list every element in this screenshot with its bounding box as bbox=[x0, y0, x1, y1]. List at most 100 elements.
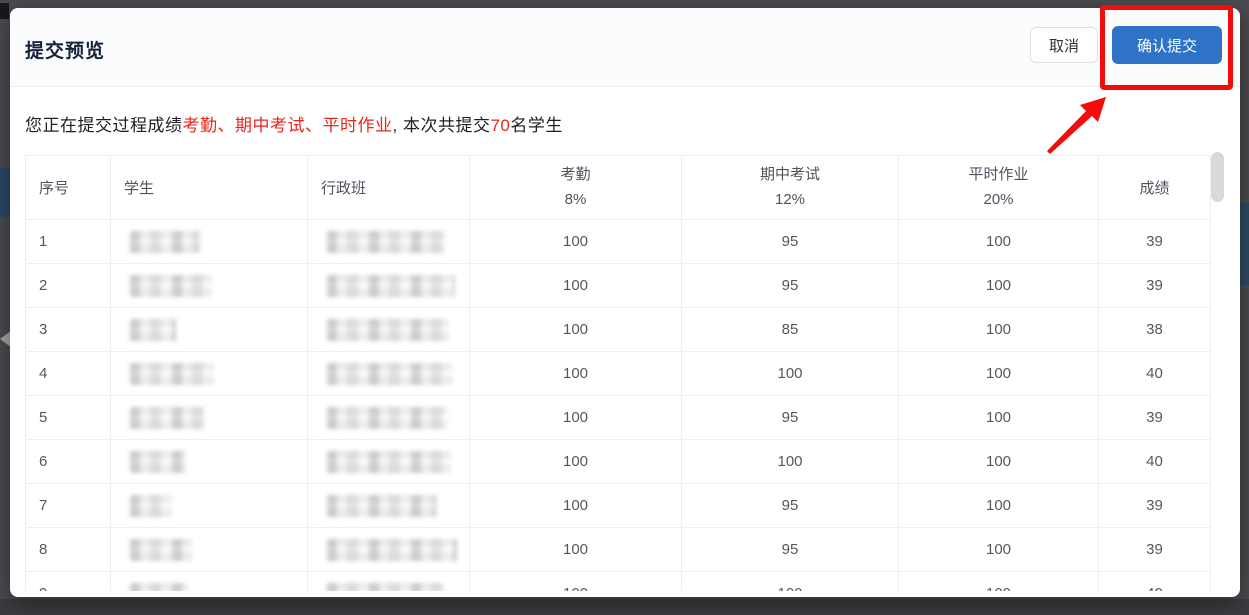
cell-attendance: 100 bbox=[470, 308, 682, 352]
cell-attendance: 100 bbox=[470, 440, 682, 484]
redacted-student-name bbox=[130, 495, 172, 517]
table-row: 81009510039 bbox=[26, 528, 1211, 572]
cell-row-number: 2 bbox=[26, 264, 111, 308]
cell-homework: 100 bbox=[899, 396, 1099, 440]
cell-homework: 100 bbox=[899, 528, 1099, 572]
header-attendance-weight: 8% bbox=[470, 188, 681, 213]
header-midterm: 期中考试 12% bbox=[682, 156, 899, 220]
redacted-student-name bbox=[130, 539, 192, 561]
table-row: 11009510039 bbox=[26, 220, 1211, 264]
cell-score: 40 bbox=[1099, 440, 1211, 484]
cell-row-number: 6 bbox=[26, 440, 111, 484]
cell-class-name bbox=[308, 396, 470, 440]
header-homework-label: 平时作业 bbox=[899, 163, 1098, 188]
cell-student-name bbox=[111, 264, 308, 308]
cell-class-name bbox=[308, 572, 470, 592]
summary-prefix: 您正在提交过程成绩 bbox=[25, 116, 183, 135]
cell-student-name bbox=[111, 572, 308, 592]
cell-homework: 100 bbox=[899, 352, 1099, 396]
cell-score: 39 bbox=[1099, 220, 1211, 264]
redacted-student-name bbox=[130, 231, 200, 253]
header-homework: 平时作业 20% bbox=[899, 156, 1099, 220]
cell-score: 39 bbox=[1099, 396, 1211, 440]
cell-student-name bbox=[111, 220, 308, 264]
cell-midterm: 95 bbox=[682, 484, 899, 528]
cell-row-number: 7 bbox=[26, 484, 111, 528]
confirm-submit-button[interactable]: 确认提交 bbox=[1112, 26, 1222, 64]
cell-score: 40 bbox=[1099, 572, 1211, 592]
redacted-class-name bbox=[327, 451, 451, 473]
header-student: 学生 bbox=[111, 156, 308, 220]
table-row: 610010010040 bbox=[26, 440, 1211, 484]
cell-attendance: 100 bbox=[470, 396, 682, 440]
cell-midterm: 100 bbox=[682, 352, 899, 396]
redacted-class-name bbox=[327, 319, 449, 341]
table-scrollbar-thumb[interactable] bbox=[1211, 152, 1224, 202]
header-homework-weight: 20% bbox=[899, 188, 1098, 213]
cell-midterm: 95 bbox=[682, 264, 899, 308]
cell-row-number: 9 bbox=[26, 572, 111, 592]
cell-midterm: 95 bbox=[682, 528, 899, 572]
cell-score: 39 bbox=[1099, 264, 1211, 308]
redacted-class-name bbox=[327, 231, 445, 253]
header-attendance: 考勤 8% bbox=[470, 156, 682, 220]
cell-row-number: 8 bbox=[26, 528, 111, 572]
preview-table: 序号 学生 行政班 考勤 8% 期中考试 12% 平时作业 bbox=[25, 155, 1211, 591]
cell-student-name bbox=[111, 484, 308, 528]
cell-homework: 100 bbox=[899, 440, 1099, 484]
header-class: 行政班 bbox=[308, 156, 470, 220]
redacted-class-name bbox=[327, 407, 447, 429]
cell-student-name bbox=[111, 528, 308, 572]
cell-midterm: 100 bbox=[682, 440, 899, 484]
cell-score: 38 bbox=[1099, 308, 1211, 352]
table-row: 410010010040 bbox=[26, 352, 1211, 396]
redacted-class-name bbox=[327, 363, 453, 385]
cell-attendance: 100 bbox=[470, 352, 682, 396]
cell-midterm: 100 bbox=[682, 572, 899, 592]
cell-homework: 100 bbox=[899, 308, 1099, 352]
cell-midterm: 95 bbox=[682, 396, 899, 440]
preview-table-container: 序号 学生 行政班 考勤 8% 期中考试 12% 平时作业 bbox=[25, 155, 1211, 591]
cell-score: 39 bbox=[1099, 484, 1211, 528]
cell-attendance: 100 bbox=[470, 264, 682, 308]
cell-row-number: 5 bbox=[26, 396, 111, 440]
cell-class-name bbox=[308, 528, 470, 572]
cancel-button[interactable]: 取消 bbox=[1030, 27, 1098, 63]
cell-score: 40 bbox=[1099, 352, 1211, 396]
background-sidebar-highlight bbox=[0, 168, 10, 218]
cell-class-name bbox=[308, 264, 470, 308]
modal-header: 提交预览 取消 确认提交 bbox=[10, 8, 1240, 87]
redacted-class-name bbox=[327, 275, 455, 297]
cell-homework: 100 bbox=[899, 484, 1099, 528]
cell-class-name bbox=[308, 440, 470, 484]
redacted-class-name bbox=[327, 495, 437, 517]
summary-student-count: 70 bbox=[490, 116, 510, 135]
cell-midterm: 95 bbox=[682, 220, 899, 264]
background-page-bottom bbox=[0, 599, 1249, 615]
redacted-class-name bbox=[327, 583, 443, 592]
cell-attendance: 100 bbox=[470, 528, 682, 572]
redacted-student-name bbox=[130, 451, 186, 473]
redacted-student-name bbox=[130, 275, 212, 297]
cell-student-name bbox=[111, 352, 308, 396]
cell-class-name bbox=[308, 352, 470, 396]
header-midterm-label: 期中考试 bbox=[682, 163, 898, 188]
cell-homework: 100 bbox=[899, 264, 1099, 308]
cell-class-name bbox=[308, 484, 470, 528]
table-header-row: 序号 学生 行政班 考勤 8% 期中考试 12% 平时作业 bbox=[26, 156, 1211, 220]
cell-student-name bbox=[111, 396, 308, 440]
cell-row-number: 1 bbox=[26, 220, 111, 264]
cell-student-name bbox=[111, 440, 308, 484]
cell-homework: 100 bbox=[899, 572, 1099, 592]
modal-title: 提交预览 bbox=[25, 36, 105, 63]
redacted-class-name bbox=[327, 539, 457, 561]
header-score: 成绩 bbox=[1099, 156, 1211, 220]
summary-suffix: 名学生 bbox=[510, 116, 563, 135]
cell-row-number: 3 bbox=[26, 308, 111, 352]
screen: 提交预览 取消 确认提交 您正在提交过程成绩考勤、期中考试、平时作业, 本次共提… bbox=[0, 0, 1249, 615]
cell-attendance: 100 bbox=[470, 220, 682, 264]
header-attendance-label: 考勤 bbox=[470, 163, 681, 188]
table-row: 51009510039 bbox=[26, 396, 1211, 440]
cell-class-name bbox=[308, 308, 470, 352]
redacted-student-name bbox=[130, 583, 188, 592]
